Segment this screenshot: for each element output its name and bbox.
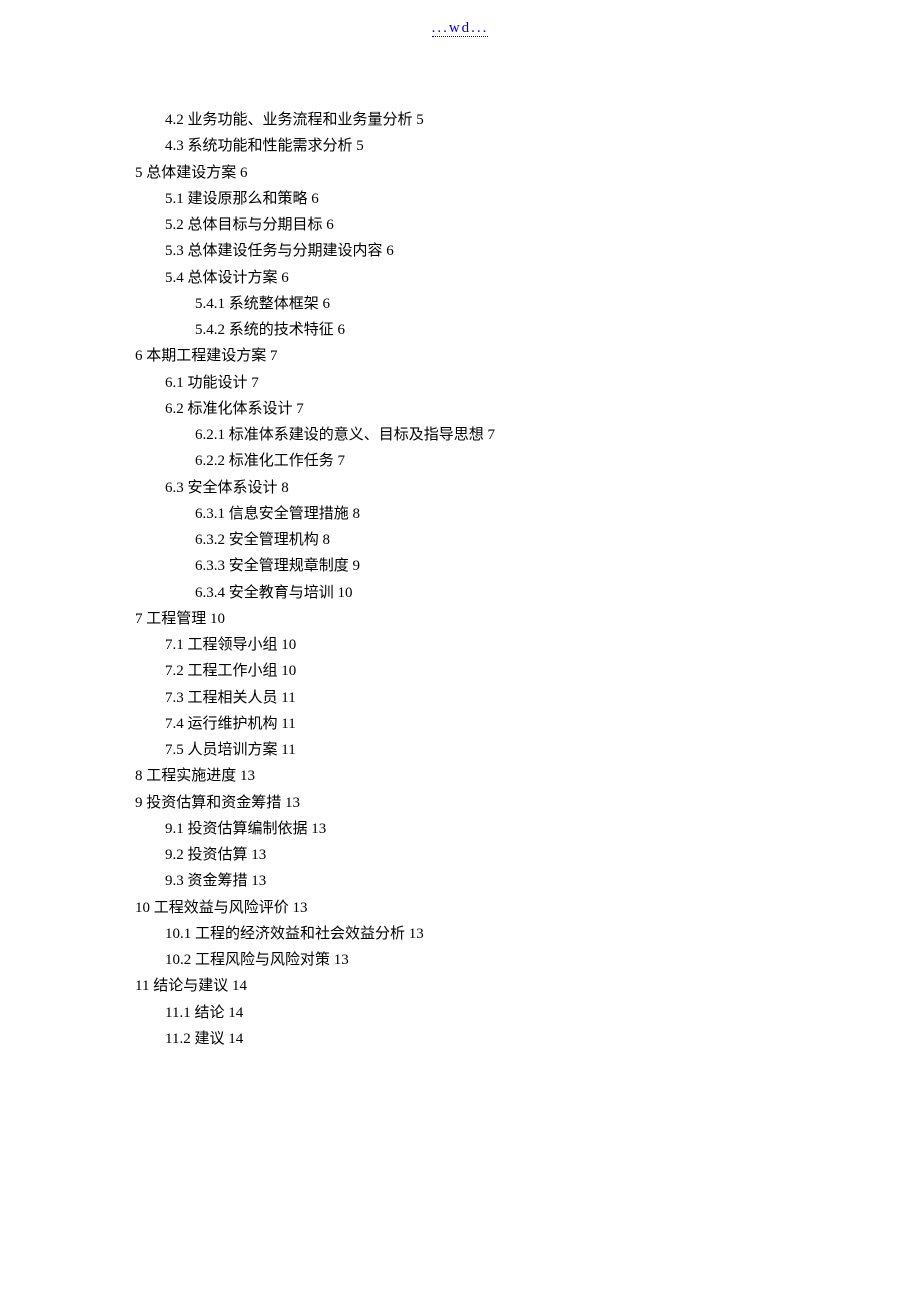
toc-entry: 5 总体建设方案 6 xyxy=(135,160,920,186)
toc-entry: 5.1 建设原那么和策略 6 xyxy=(135,186,920,212)
toc-entry: 6.3 安全体系设计 8 xyxy=(135,475,920,501)
toc-entry: 6.2 标准化体系设计 7 xyxy=(135,396,920,422)
toc-entry: 4.2 业务功能、业务流程和业务量分析 5 xyxy=(135,107,920,133)
toc-entry: 7.5 人员培训方案 11 xyxy=(135,737,920,763)
toc-entry: 6.3.2 安全管理机构 8 xyxy=(135,527,920,553)
toc-entry: 9.1 投资估算编制依据 13 xyxy=(135,816,920,842)
toc-entry: 6.2.2 标准化工作任务 7 xyxy=(135,448,920,474)
toc-entry: 6.3.4 安全教育与培训 10 xyxy=(135,580,920,606)
toc-entry: 8 工程实施进度 13 xyxy=(135,763,920,789)
header-link[interactable]: ...wd... xyxy=(0,0,920,47)
toc-entry: 7.2 工程工作小组 10 xyxy=(135,658,920,684)
toc-entry: 10 工程效益与风险评价 13 xyxy=(135,895,920,921)
toc-entry: 5.3 总体建设任务与分期建设内容 6 xyxy=(135,238,920,264)
toc-entry: 9.2 投资估算 13 xyxy=(135,842,920,868)
header-link-text: ...wd... xyxy=(432,20,489,37)
toc-entry: 5.4.2 系统的技术特征 6 xyxy=(135,317,920,343)
toc-entry: 11.2 建议 14 xyxy=(135,1026,920,1052)
toc-entry: 4.3 系统功能和性能需求分析 5 xyxy=(135,133,920,159)
toc-entry: 6.3.1 信息安全管理措施 8 xyxy=(135,501,920,527)
toc-entry: 6.3.3 安全管理规章制度 9 xyxy=(135,553,920,579)
toc-entry: 7.1 工程领导小组 10 xyxy=(135,632,920,658)
toc-entry: 10.2 工程风险与风险对策 13 xyxy=(135,947,920,973)
toc-entry: 7 工程管理 10 xyxy=(135,606,920,632)
toc-entry: 6.1 功能设计 7 xyxy=(135,370,920,396)
toc-content: 4.2 业务功能、业务流程和业务量分析 54.3 系统功能和性能需求分析 55 … xyxy=(0,47,920,1052)
toc-entry: 6 本期工程建设方案 7 xyxy=(135,343,920,369)
toc-entry: 9 投资估算和资金筹措 13 xyxy=(135,790,920,816)
toc-entry: 9.3 资金筹措 13 xyxy=(135,868,920,894)
toc-entry: 10.1 工程的经济效益和社会效益分析 13 xyxy=(135,921,920,947)
toc-entry: 5.2 总体目标与分期目标 6 xyxy=(135,212,920,238)
toc-entry: 7.3 工程相关人员 11 xyxy=(135,685,920,711)
toc-entry: 5.4 总体设计方案 6 xyxy=(135,265,920,291)
toc-entry: 6.2.1 标准体系建设的意义、目标及指导思想 7 xyxy=(135,422,920,448)
toc-entry: 11.1 结论 14 xyxy=(135,1000,920,1026)
toc-entry: 5.4.1 系统整体框架 6 xyxy=(135,291,920,317)
toc-entry: 7.4 运行维护机构 11 xyxy=(135,711,920,737)
toc-entry: 11 结论与建议 14 xyxy=(135,973,920,999)
